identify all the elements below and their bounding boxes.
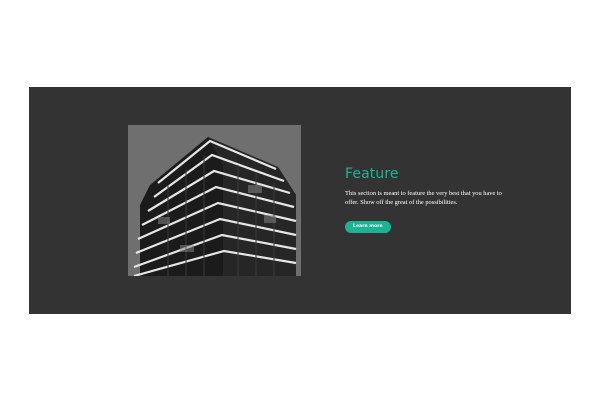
- feature-title: Feature: [345, 166, 399, 182]
- learn-more-button[interactable]: Learn more: [345, 221, 391, 233]
- page: Feature This section is meant to feature…: [0, 0, 600, 400]
- feature-content: Feature This section is meant to feature…: [345, 165, 515, 233]
- feature-section: Feature This section is meant to feature…: [29, 87, 571, 314]
- building-photo-illustration: [128, 125, 301, 276]
- feature-description: This section is meant to feature the ver…: [345, 190, 502, 206]
- feature-building-image: [128, 125, 301, 276]
